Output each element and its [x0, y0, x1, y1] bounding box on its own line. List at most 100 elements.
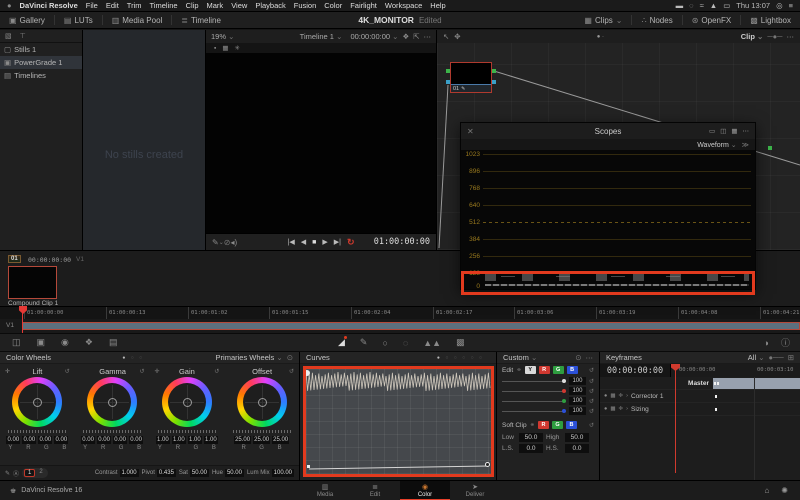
node-key-input[interactable] [446, 80, 450, 84]
offset-wheel[interactable] [237, 377, 287, 427]
viewer-options-icon[interactable]: ⋯ [424, 32, 432, 41]
scope-mode-select[interactable]: Waveform ⌄ [697, 141, 736, 149]
tab-timeline[interactable]: ≣ Timeline [172, 12, 230, 28]
timeline-ruler[interactable]: 01:00:00:00 01:00:00:13 01:00:01:02 01:0… [0, 306, 800, 319]
soft-clip-b-button[interactable]: B [566, 421, 577, 429]
gain-master-slider[interactable] [158, 430, 216, 433]
gain-wheel[interactable] [162, 377, 212, 427]
wheels-page-1[interactable]: 1 [24, 469, 35, 477]
menu-fairlight[interactable]: Fairlight [350, 1, 377, 10]
master-track[interactable] [713, 378, 800, 389]
cursor-tool-icon[interactable]: ↖ [443, 32, 449, 41]
y-gain-slider[interactable] [502, 381, 566, 382]
g-reset-icon[interactable]: ↺ [589, 398, 594, 405]
hue-value[interactable]: 50.00 [225, 469, 244, 477]
viewer-zoom-select[interactable]: 19% ⌄ [211, 32, 234, 41]
apple-menu-icon[interactable]: ● [7, 1, 12, 10]
page-tab-color[interactable]: ◉ Color [400, 481, 450, 500]
offset-master-slider[interactable] [233, 430, 291, 433]
lift-y-value[interactable]: 0.00 [6, 436, 20, 444]
sat-value[interactable]: 50.00 [190, 469, 209, 477]
timeline-clip-bar[interactable] [22, 322, 800, 330]
wheels-mode-select[interactable]: Primaries Wheels ⌄ [216, 353, 283, 362]
output-endpoint[interactable] [768, 146, 772, 150]
user-icon[interactable]: ♚ [10, 487, 16, 495]
tab-openfx[interactable]: ⊛ OpenFX [683, 12, 741, 28]
curve-point-white[interactable] [485, 462, 490, 467]
soft-clip-g-button[interactable]: G [552, 421, 563, 429]
lift-r-value[interactable]: 0.00 [22, 436, 36, 444]
expand-row-icon[interactable]: › [626, 393, 628, 399]
lift-g-value[interactable]: 0.00 [38, 436, 52, 444]
offset-reset-icon[interactable]: ↺ [289, 368, 294, 375]
settings-gear-icon[interactable]: ✺ [781, 486, 788, 495]
high-softness-value[interactable]: 0.0 [565, 444, 589, 453]
tracker-icon[interactable]: ◌ [403, 338, 408, 348]
album-add-icon[interactable]: ⊤ [20, 32, 26, 40]
menu-workspace[interactable]: Workspace [385, 1, 422, 10]
loop-button[interactable]: ↻ [347, 237, 355, 248]
gain-r-value[interactable]: 1.00 [172, 436, 186, 444]
gamma-reset-icon[interactable]: ↺ [139, 368, 144, 375]
y-reset-icon[interactable]: ↺ [589, 378, 594, 385]
curve-point-black[interactable] [307, 465, 310, 468]
tab-media-pool[interactable]: ▥ Media Pool [103, 12, 172, 28]
split-screen-icon[interactable]: ▦ [222, 44, 228, 52]
scope-layout-4up-icon[interactable]: ▦ [731, 127, 737, 135]
sizing-track[interactable] [713, 404, 800, 415]
expand-row-icon[interactable]: › [626, 406, 628, 412]
gain-reset-icon[interactable]: ↺ [214, 368, 219, 375]
gain-y-value[interactable]: 1.00 [156, 436, 170, 444]
viewer-timecode-select[interactable]: 00:00:00:00 ⌄ [350, 32, 398, 41]
menu-help[interactable]: Help [430, 1, 445, 10]
unmix-icon[interactable]: ⊘ [224, 238, 231, 247]
gamma-wheel[interactable] [87, 377, 137, 427]
low-value[interactable]: 50.0 [519, 433, 543, 442]
viewer-timeline-select[interactable]: Timeline 1 ⌄ [300, 32, 343, 41]
lum-mix-value[interactable]: 100.00 [272, 469, 294, 477]
expand-icon[interactable]: ⇱ [413, 32, 419, 41]
scope-layout-1up-icon[interactable]: ▭ [709, 127, 715, 135]
custom-curve-editor[interactable] [306, 369, 491, 474]
channel-r-button[interactable]: R [539, 366, 550, 374]
temp-tint-icon[interactable]: Ⓐ [13, 469, 19, 478]
lock-icon[interactable]: ▩ [610, 393, 615, 399]
play-button[interactable]: ▶ [322, 238, 327, 246]
info-icon[interactable]: ⓘ [781, 336, 790, 349]
pivot-value[interactable]: 0.435 [157, 469, 176, 477]
key-icon[interactable]: ▩ [456, 337, 465, 348]
menu-color[interactable]: Color [324, 1, 342, 10]
r-reset-icon[interactable]: ↺ [589, 388, 594, 395]
node-key-output[interactable] [492, 80, 496, 84]
curves-page-dots[interactable]: ● ○ ○ ○ ○ ○ [437, 355, 484, 361]
gamma-b-value[interactable]: 0.00 [129, 436, 143, 444]
pan-tool-icon[interactable]: ✥ [454, 32, 460, 41]
sidebar-item-stills[interactable]: ▢ Stills 1 [0, 43, 82, 56]
gamma-g-value[interactable]: 0.00 [113, 436, 127, 444]
node-mode-select[interactable]: Clip ⌄ [741, 32, 764, 41]
image-wipe-icon[interactable]: ▪ [214, 45, 216, 52]
lift-master-slider[interactable] [8, 430, 66, 433]
menu-clip[interactable]: Clip [186, 1, 199, 10]
go-to-end-button[interactable]: ▶| [334, 238, 341, 246]
audio-mute-icon[interactable]: ◂) [230, 238, 237, 247]
channel-g-button[interactable]: G [553, 366, 564, 374]
soft-clip-reset-icon[interactable]: ↺ [589, 422, 594, 429]
b-gain-value[interactable]: 100 [569, 407, 586, 415]
spotlight-icon[interactable]: ◎ [776, 1, 783, 10]
power-window-icon[interactable]: ○ [382, 338, 387, 348]
tab-clips[interactable]: ▦ Clips ⌄ [575, 12, 631, 28]
menu-fusion[interactable]: Fusion [294, 1, 317, 10]
scopes-titlebar[interactable]: ✕ Scopes ▭ ◫ ▦ ⋯ [461, 123, 755, 139]
highlight-icon[interactable]: ✳ [234, 44, 239, 52]
keyframes-expand-icon[interactable]: ⊞ [788, 353, 794, 362]
gamma-master-slider[interactable] [83, 430, 141, 433]
page-tab-deliver[interactable]: ➤ Deliver [450, 481, 500, 500]
color-wheels-tool-icon[interactable]: ◉ [61, 337, 69, 348]
low-softness-value[interactable]: 0.0 [519, 444, 543, 453]
soft-clip-link-icon[interactable]: ⚭ [530, 421, 535, 429]
keyframe-row-master[interactable]: Master [600, 377, 800, 390]
b-reset-icon[interactable]: ↺ [589, 408, 594, 415]
auto-balance-icon[interactable]: ✎ [5, 470, 10, 477]
channel-b-button[interactable]: B [567, 366, 578, 374]
